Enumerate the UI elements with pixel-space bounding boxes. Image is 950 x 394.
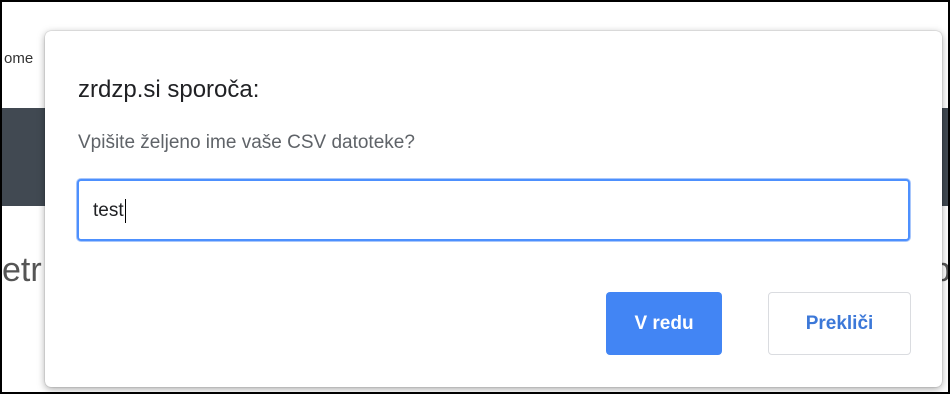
background-heading-left: etr (2, 251, 42, 289)
filename-input[interactable]: test (77, 179, 910, 241)
prompt-dialog: zrdzp.si sporoča: Vpišite željeno ime va… (45, 31, 942, 387)
screenshot-frame: ome etr p zrdzp.si sporoča: Vpišite želj… (0, 0, 950, 394)
dialog-title: zrdzp.si sporoča: (78, 76, 260, 103)
filename-input-value: test (93, 199, 127, 223)
text-caret (124, 199, 127, 223)
dialog-message: Vpišite željeno ime vaše CSV datoteke? (78, 132, 415, 153)
ok-button[interactable]: V redu (606, 292, 722, 355)
cancel-button[interactable]: Prekliči (768, 292, 911, 355)
background-nav-text: ome (4, 50, 34, 67)
filename-input-text: test (93, 200, 124, 221)
